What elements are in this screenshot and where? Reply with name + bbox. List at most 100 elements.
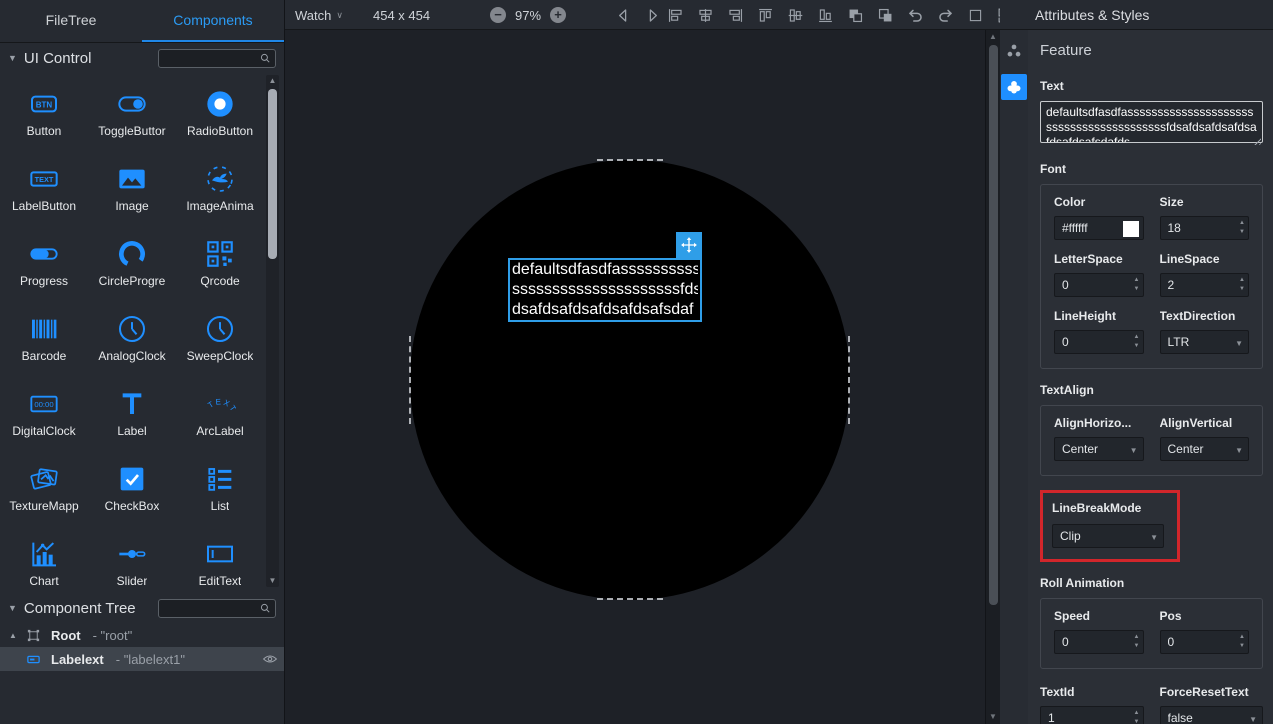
scroll-up-icon[interactable]: ▲ [269, 75, 277, 87]
zoom-out-button[interactable]: − [490, 7, 506, 23]
collapse-caret-icon[interactable]: ▼ [8, 603, 17, 613]
component-label[interactable]: Label [88, 375, 176, 450]
edit-text-icon [204, 538, 236, 570]
eye-icon[interactable] [262, 651, 278, 667]
speed-input[interactable]: 0 ▲▼ [1054, 630, 1144, 654]
linespace-input[interactable]: 2 ▲▼ [1160, 273, 1250, 297]
canvas-edge-mark-right [848, 336, 850, 424]
stepper-icon[interactable]: ▲▼ [1134, 709, 1140, 724]
redo-icon[interactable] [937, 7, 954, 24]
collapse-caret-icon[interactable]: ▼ [8, 53, 17, 63]
watch-dropdown[interactable]: Watch ∨ [295, 0, 343, 30]
toggle-icon [116, 88, 148, 120]
align-middle-vertical-icon[interactable] [787, 7, 804, 24]
component-progress[interactable]: Progress [0, 225, 88, 300]
color-input[interactable]: #ffffff [1054, 216, 1144, 240]
component-circleprogre[interactable]: CircleProgre [88, 225, 176, 300]
scrollbar-thumb[interactable] [268, 89, 277, 259]
image-anima-icon [204, 163, 236, 195]
component-sweepclock[interactable]: SweepClock [176, 300, 264, 375]
selected-label-widget[interactable]: defaultsdfasdfasssssssssssssssssssssssss… [508, 258, 702, 322]
component-label: LabelButton [12, 199, 76, 213]
component-qrcode[interactable]: Qrcode [176, 225, 264, 300]
structure-tab[interactable] [1001, 38, 1027, 64]
component-texturemapp[interactable]: TextureMapp [0, 450, 88, 525]
align-right-icon[interactable] [727, 7, 744, 24]
component-list[interactable]: List [176, 450, 264, 525]
move-handle[interactable] [676, 232, 702, 258]
lineheight-input[interactable]: 0 ▲▼ [1054, 330, 1144, 354]
color-swatch[interactable] [1123, 221, 1139, 237]
alignhorizontal-dropdown[interactable]: Center ▼ [1054, 437, 1144, 461]
tree-node-labelext[interactable]: Labelext- "labelext1" [0, 647, 284, 671]
component-label: Slider [117, 574, 148, 588]
stepper-icon[interactable]: ▲▼ [1239, 219, 1245, 237]
component-button[interactable]: Button [0, 75, 88, 150]
root-frame-icon [26, 628, 41, 643]
alignvertical-dropdown[interactable]: Center ▼ [1160, 437, 1250, 461]
tree-node-type: Root [51, 628, 81, 643]
component-barcode[interactable]: Barcode [0, 300, 88, 375]
pos-input[interactable]: 0 ▲▼ [1160, 630, 1250, 654]
component-digitalclock[interactable]: DigitalClock [0, 375, 88, 450]
zoom-in-button[interactable]: + [550, 7, 566, 23]
stepper-icon[interactable]: ▲▼ [1239, 276, 1245, 294]
qrcode-icon [204, 238, 236, 270]
stepper-icon[interactable]: ▲▼ [1134, 633, 1140, 651]
scroll-up-icon[interactable]: ▲ [989, 30, 997, 44]
design-canvas[interactable]: defaultsdfasdfasssssssssssssssssssssssss… [285, 30, 985, 724]
tab-filetree[interactable]: FileTree [0, 0, 142, 42]
letterspace-label: LetterSpace [1054, 252, 1144, 266]
bring-forward-icon[interactable] [847, 7, 864, 24]
chevron-down-icon: ▼ [1150, 533, 1158, 542]
textid-input[interactable]: 1 ▲▼ [1040, 706, 1144, 724]
component-label: Progress [20, 274, 68, 288]
expander-icon[interactable]: ▲ [6, 631, 20, 640]
component-label: CheckBox [105, 499, 160, 513]
letterspace-input[interactable]: 0 ▲▼ [1054, 273, 1144, 297]
palette-scrollbar[interactable]: ▲ ▼ [266, 75, 279, 587]
align-left-icon[interactable] [667, 7, 684, 24]
component-imageanima[interactable]: ImageAnima [176, 150, 264, 225]
scroll-down-icon[interactable]: ▼ [989, 710, 997, 724]
scroll-down-icon[interactable]: ▼ [269, 575, 277, 587]
text-field-input[interactable]: defaultsdfasdfasssssssssssssssssssssssss… [1040, 101, 1263, 143]
undo-icon[interactable] [907, 7, 924, 24]
component-edittext[interactable]: EditText [176, 525, 264, 593]
component-image[interactable]: Image [88, 150, 176, 225]
toolbar-icon-group [667, 0, 1014, 30]
stepper-icon[interactable]: ▲▼ [1239, 633, 1245, 651]
send-backward-icon[interactable] [877, 7, 894, 24]
component-radiobutton[interactable]: RadioButton [176, 75, 264, 150]
component-checkbox[interactable]: CheckBox [88, 450, 176, 525]
next-icon[interactable] [644, 7, 661, 24]
component-analogclock[interactable]: AnalogClock [88, 300, 176, 375]
component-labelbutton[interactable]: LabelButton [0, 150, 88, 225]
scrollbar-thumb[interactable] [989, 45, 998, 605]
feature-tab[interactable] [1001, 74, 1027, 100]
component-togglebuttor[interactable]: ToggleButtor [88, 75, 176, 150]
canvas-scrollbar[interactable]: ▲ ▼ [985, 30, 1000, 724]
component-tree-search-input[interactable] [163, 602, 259, 614]
align-top-icon[interactable] [757, 7, 774, 24]
ui-control-search-input[interactable] [163, 52, 259, 64]
forceresettext-dropdown[interactable]: false ▼ [1160, 706, 1264, 724]
align-center-horizontal-icon[interactable] [697, 7, 714, 24]
size-input[interactable]: 18 ▲▼ [1160, 216, 1250, 240]
marquee-icon[interactable] [967, 7, 984, 24]
textdirection-label: TextDirection [1160, 309, 1250, 323]
tab-components[interactable]: Components [142, 0, 284, 42]
text-field-label: Text [1040, 79, 1263, 93]
stepper-icon[interactable]: ▲▼ [1134, 276, 1140, 294]
textdirection-dropdown[interactable]: LTR ▼ [1160, 330, 1250, 354]
component-chart[interactable]: Chart [0, 525, 88, 593]
component-tree-header: ▼ Component Tree [0, 593, 284, 623]
align-bottom-icon[interactable] [817, 7, 834, 24]
component-label: AnalogClock [98, 349, 165, 363]
component-arclabel[interactable]: ArcLabel [176, 375, 264, 450]
component-slider[interactable]: Slider [88, 525, 176, 593]
stepper-icon[interactable]: ▲▼ [1134, 333, 1140, 351]
tree-node-root[interactable]: ▲Root- "root" [0, 623, 284, 647]
linebreakmode-dropdown[interactable]: Clip ▼ [1052, 524, 1164, 548]
prev-icon[interactable] [615, 7, 632, 24]
